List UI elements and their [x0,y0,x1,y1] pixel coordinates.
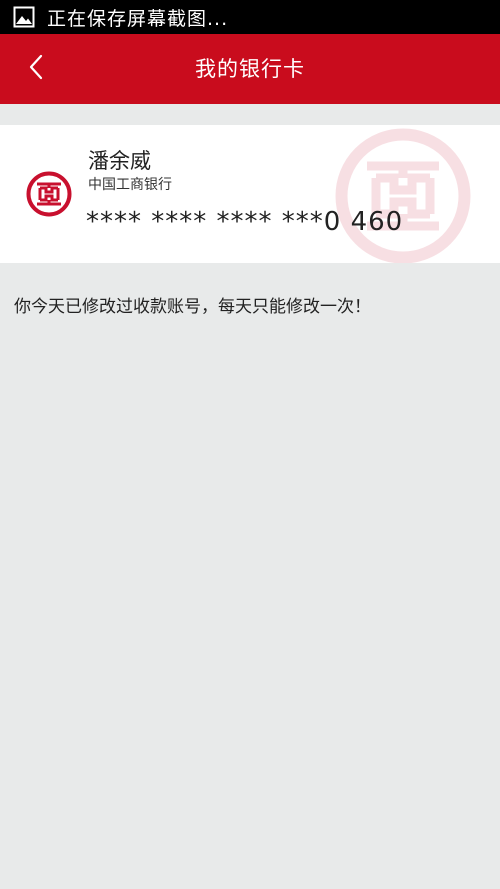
bank-card[interactable]: 潘余威 中国工商银行 **** **** **** ***0 460 [0,125,500,263]
card-number: **** **** **** ***0 460 [86,207,404,237]
bank-name: 中国工商银行 [88,177,172,193]
screenshot-status-text: 正在保存屏幕截图... [47,7,229,30]
icbc-logo-icon [26,171,72,217]
card-holder-name: 潘余威 [88,149,151,173]
icbc-watermark-icon [334,127,472,263]
notice-message: 你今天已修改过收款账号，每天只能修改一次！ [14,297,371,317]
image-icon [13,6,35,28]
status-bar: 正在保存屏幕截图... [0,0,500,34]
header-bar: 我的银行卡 [0,34,500,104]
page-title: 我的银行卡 [195,57,305,81]
